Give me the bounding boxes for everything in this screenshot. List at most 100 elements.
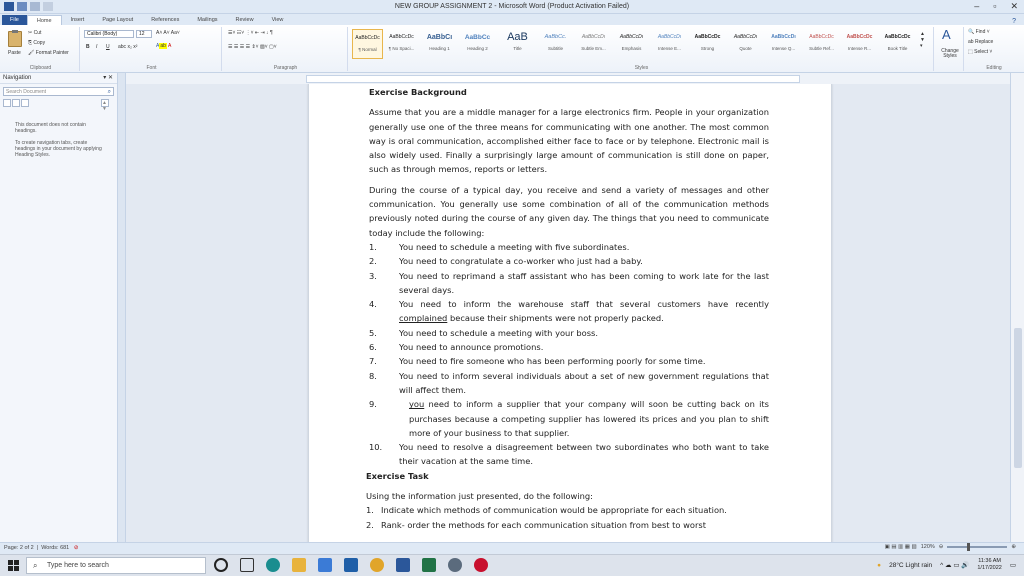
tab-home[interactable]: Home: [26, 15, 62, 25]
paste-icon[interactable]: [8, 30, 22, 47]
grammar-underline: complained: [399, 313, 448, 324]
headings-view-tab[interactable]: [3, 99, 11, 107]
tab-mailings[interactable]: Mailings: [188, 15, 226, 25]
task-item: 2. Rank- order the methods for each commu…: [366, 519, 706, 530]
taskbar-search-input[interactable]: ⌕ Type here to search: [26, 557, 206, 574]
task-view-icon[interactable]: [240, 558, 254, 572]
style-heading-2[interactable]: AaBbCc Heading 2: [462, 29, 493, 59]
edge-icon[interactable]: [266, 558, 280, 572]
cortana-icon[interactable]: [214, 558, 228, 572]
replace-button[interactable]: ab Replace: [968, 39, 993, 45]
styles-group: AaBbCcDc ¶ Normal AaBbCcDc ¶ No Spaci... A…: [350, 27, 934, 71]
weather-icon[interactable]: ●: [877, 562, 881, 569]
tab-file[interactable]: File: [2, 15, 27, 25]
navigation-search-input[interactable]: Search Document ⌕: [3, 87, 114, 96]
close-button[interactable]: ✕: [1010, 1, 1018, 12]
navigation-header: Navigation ▾ ✕: [0, 73, 117, 84]
tray-icons[interactable]: ^ ☁ ▭ 🔊: [940, 561, 969, 569]
select-button[interactable]: ⬚ Select ˅: [968, 49, 992, 55]
store-icon[interactable]: [318, 558, 332, 572]
tab-page-layout[interactable]: Page Layout: [93, 15, 142, 25]
tab-references[interactable]: References: [142, 15, 188, 25]
style-normal[interactable]: AaBbCcDc ¶ Normal: [352, 29, 383, 59]
font-group: Calibri (Body) 12 A˄ A˅ Aa˅ B I U abc x₂…: [82, 27, 222, 71]
word-count[interactable]: Words: 681: [41, 545, 69, 551]
style-title[interactable]: AaB Title: [502, 29, 533, 59]
search-icon[interactable]: ⌕: [108, 88, 111, 96]
mail-icon[interactable]: [344, 558, 358, 572]
clock[interactable]: 11:36 AM 1/17/2022: [977, 558, 1001, 572]
style-book-title[interactable]: AaBbCcDc Book Title: [882, 29, 913, 59]
file-explorer-icon[interactable]: [292, 558, 306, 572]
italic-button[interactable]: I: [96, 44, 97, 50]
align-icons[interactable]: ☰ ☰ ☰ ☰ ⇕˅ ▨˅ ▢˅: [228, 44, 277, 50]
style-subtle-reference[interactable]: AaBbCcDc Subtle Ref...: [806, 29, 837, 59]
task-item: 1. Indicate which methods of communicatio…: [366, 505, 727, 516]
clipboard-group: Paste ✂ Cut ⎘ Copy 🖌 Format Painter Clip…: [2, 27, 80, 71]
text-effects-icon[interactable]: Aab A: [156, 43, 171, 49]
style-emphasis[interactable]: AaBbCcDı Emphasis: [616, 29, 647, 59]
app-icon[interactable]: [448, 558, 462, 572]
weather-text[interactable]: 28°C Light rain: [889, 562, 932, 569]
zoom-out-icon[interactable]: ⊖: [939, 544, 944, 550]
status-left: Page: 2 of 2 | Words: 681 ⊘: [4, 545, 79, 551]
chrome-icon[interactable]: [370, 558, 384, 572]
style-intense-quote[interactable]: AaBbCcDı Intense Q...: [768, 29, 799, 59]
cut-button[interactable]: ✂ Cut: [28, 30, 41, 36]
results-view-tab[interactable]: [21, 99, 29, 107]
bold-button[interactable]: B: [86, 44, 90, 50]
style-intense-reference[interactable]: AaBbCcDc Intense R...: [844, 29, 875, 59]
styles-scroll-arrows[interactable]: ▲ ▼ ▾: [920, 31, 925, 49]
page-count[interactable]: Page: 2 of 2: [4, 545, 34, 551]
list-item: 6. You need to announce promotions.: [369, 342, 544, 353]
taskbar-apps: [214, 558, 488, 572]
excel-app-icon[interactable]: [422, 558, 436, 572]
zoom-level[interactable]: 120%: [921, 544, 935, 550]
find-button[interactable]: 🔍 Find ˅: [968, 29, 990, 35]
grow-font-button[interactable]: A˄ A˅ Aa˅: [156, 30, 180, 36]
editing-label: Editing: [986, 65, 1002, 71]
style-subtle-emphasis[interactable]: AaBbCcDı Subtle Em...: [578, 29, 609, 59]
paste-button[interactable]: Paste: [8, 50, 21, 56]
tab-insert[interactable]: Insert: [62, 15, 94, 25]
change-styles-button[interactable]: Change Styles: [936, 49, 964, 59]
underline-button[interactable]: U: [106, 44, 110, 50]
style-quote[interactable]: AaBbCcDı Quote: [730, 29, 761, 59]
help-icon[interactable]: ?: [1012, 18, 1016, 25]
style-strong[interactable]: AaBbCcDc Strong: [692, 29, 723, 59]
proofing-icon[interactable]: ⊘: [74, 545, 79, 551]
strikethrough-button[interactable]: abc x₂ x²: [118, 44, 137, 50]
list-item: 2. You need to congratulate a co-worker w…: [369, 256, 643, 267]
style-no-spacing[interactable]: AaBbCcDc ¶ No Spaci...: [386, 29, 417, 59]
style-intense-emphasis[interactable]: AaBbCcDı Intense E...: [654, 29, 685, 59]
format-painter-button[interactable]: 🖌 Format Painter: [28, 50, 69, 56]
list-item: 1. You need to schedule a meeting with fi…: [369, 241, 630, 252]
view-buttons[interactable]: ▣ ▤ ▥ ▦ ▧: [885, 544, 917, 550]
navigation-title: Navigation: [3, 75, 32, 81]
list-item: 4. You need to inform the warehouse staff…: [369, 299, 769, 324]
document-page[interactable]: Exercise Background Assume that you are …: [308, 84, 832, 542]
nav-arrows-icon[interactable]: ▲ ▼: [101, 99, 109, 112]
style-heading-1[interactable]: AaBbCı Heading 1: [424, 29, 455, 59]
change-styles-icon[interactable]: A: [942, 27, 951, 42]
bullets-icon[interactable]: ☰˅ ☷˅ ⋮˅ ⇤ ⇥ ↓ ¶: [228, 30, 273, 36]
zoom-slider[interactable]: [947, 543, 1008, 551]
scrollbar-thumb[interactable]: [1014, 328, 1022, 468]
close-navigation-icon[interactable]: ▾ ✕: [103, 74, 113, 81]
copy-button[interactable]: ⎘ Copy: [28, 40, 45, 46]
media-icon[interactable]: [474, 558, 488, 572]
tab-view[interactable]: View: [263, 15, 293, 25]
document-body[interactable]: Exercise Background Assume that you are …: [366, 85, 769, 532]
tab-review[interactable]: Review: [227, 15, 263, 25]
font-name-select[interactable]: Calibri (Body): [84, 30, 134, 38]
restore-button[interactable]: ▫: [993, 1, 996, 12]
word-app-icon[interactable]: [396, 558, 410, 572]
notifications-icon[interactable]: ▭: [1010, 561, 1016, 569]
zoom-in-icon[interactable]: ⊕: [1011, 544, 1016, 550]
minimize-button[interactable]: –: [974, 1, 979, 12]
windows-start-icon[interactable]: [8, 560, 19, 571]
vertical-scrollbar[interactable]: [1010, 73, 1024, 542]
style-subtitle[interactable]: AaBbCc. Subtitle: [540, 29, 571, 59]
pages-view-tab[interactable]: [12, 99, 20, 107]
font-size-select[interactable]: 12: [136, 30, 152, 38]
